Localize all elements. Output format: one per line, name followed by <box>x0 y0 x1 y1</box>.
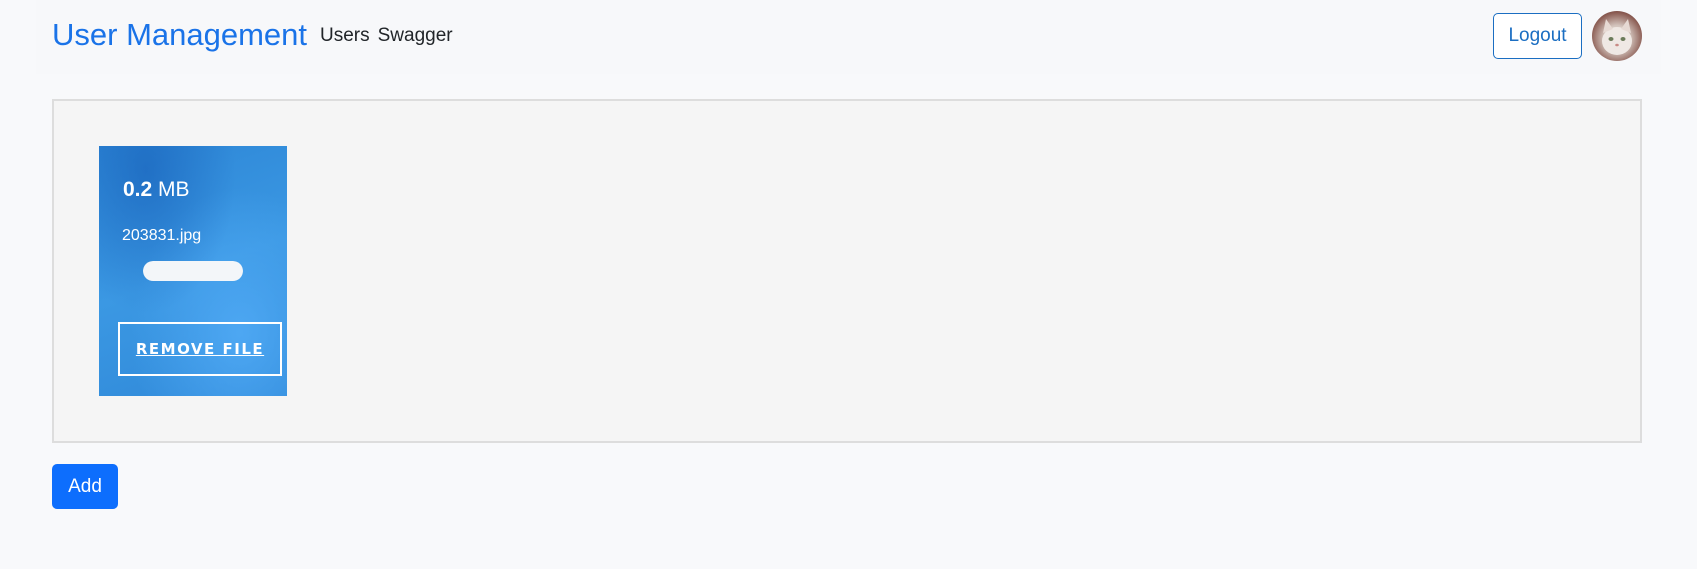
nav-link-users[interactable]: Users <box>320 24 370 48</box>
remove-file-button[interactable]: Remove file <box>118 322 282 376</box>
top-navbar: User Management Users Swagger Logout <box>36 0 1661 74</box>
file-preview-card: 0.2 MB 203831.jpg Remove file <box>99 146 287 396</box>
add-button[interactable]: Add <box>52 464 118 509</box>
file-name: 203831.jpg <box>122 227 202 244</box>
file-dropzone[interactable] <box>52 99 1642 443</box>
logout-button[interactable]: Logout <box>1493 13 1582 59</box>
nav-link-swagger[interactable]: Swagger <box>378 24 453 48</box>
file-size: 0.2 MB <box>123 177 190 203</box>
brand-link[interactable]: User Management <box>52 15 307 55</box>
file-size-value: 0.2 <box>123 178 153 201</box>
nav-links: Users Swagger <box>320 24 453 48</box>
upload-progress-fill <box>143 261 243 281</box>
file-size-unit: MB <box>158 178 190 201</box>
upload-progress-bar <box>143 261 243 281</box>
avatar[interactable] <box>1592 11 1642 61</box>
cat-avatar-icon <box>1602 19 1632 55</box>
